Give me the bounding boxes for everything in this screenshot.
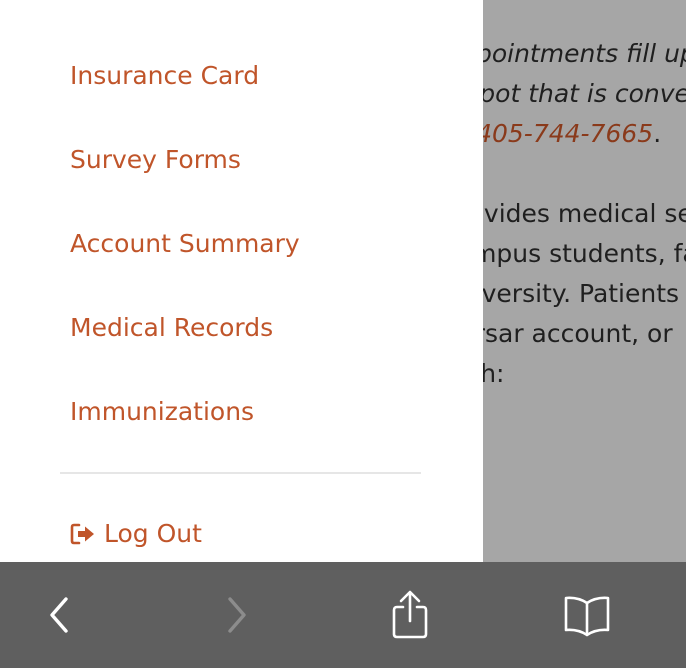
- page-text-line: campus students, fa: [483, 239, 686, 268]
- bookmarks-icon: [564, 596, 610, 637]
- forward-button[interactable]: [212, 590, 262, 640]
- menu-item-survey-forms[interactable]: Survey Forms: [70, 144, 241, 176]
- page-text-line: Appointments fill up q: [483, 39, 686, 68]
- share-button[interactable]: [385, 590, 435, 640]
- page-text-line: bursar account, or: [483, 319, 673, 348]
- page-content: Appointments fill up q a spot that is co…: [483, 34, 686, 394]
- phone-link[interactable]: 405-744-7665: [483, 119, 653, 148]
- screen: Appointments fill up q a spot that is co…: [0, 0, 686, 668]
- menu-divider: [60, 472, 421, 474]
- page-text-line: at 405-744-7665.: [483, 114, 686, 154]
- page-backdrop[interactable]: Appointments fill up q a spot that is co…: [483, 0, 686, 562]
- menu-item-account-summary[interactable]: Account Summary: [70, 228, 300, 260]
- back-chevron-icon: [50, 597, 68, 633]
- menu-item-medical-records[interactable]: Medical Records: [70, 312, 273, 344]
- forward-chevron-icon: [228, 597, 246, 633]
- page-text-line: a spot that is conven: [483, 79, 686, 108]
- page-text: .: [653, 119, 662, 148]
- page-text-line: university. Patients are: [483, 279, 686, 308]
- menu-item-insurance-card[interactable]: Insurance Card: [70, 60, 259, 92]
- share-icon: [392, 590, 428, 639]
- page-text-line: with:: [483, 359, 505, 388]
- logout-label: Log Out: [104, 519, 202, 548]
- logout-link[interactable]: Log Out: [70, 518, 202, 550]
- bookmarks-button[interactable]: [558, 590, 616, 640]
- sign-out-icon: [70, 523, 96, 545]
- page-text-line: provides medical se: [483, 199, 686, 228]
- menu-item-immunizations[interactable]: Immunizations: [70, 396, 254, 428]
- back-button[interactable]: [34, 590, 84, 640]
- browser-toolbar: [0, 562, 686, 668]
- side-drawer-menu: Insurance Card Survey Forms Account Summ…: [0, 0, 483, 562]
